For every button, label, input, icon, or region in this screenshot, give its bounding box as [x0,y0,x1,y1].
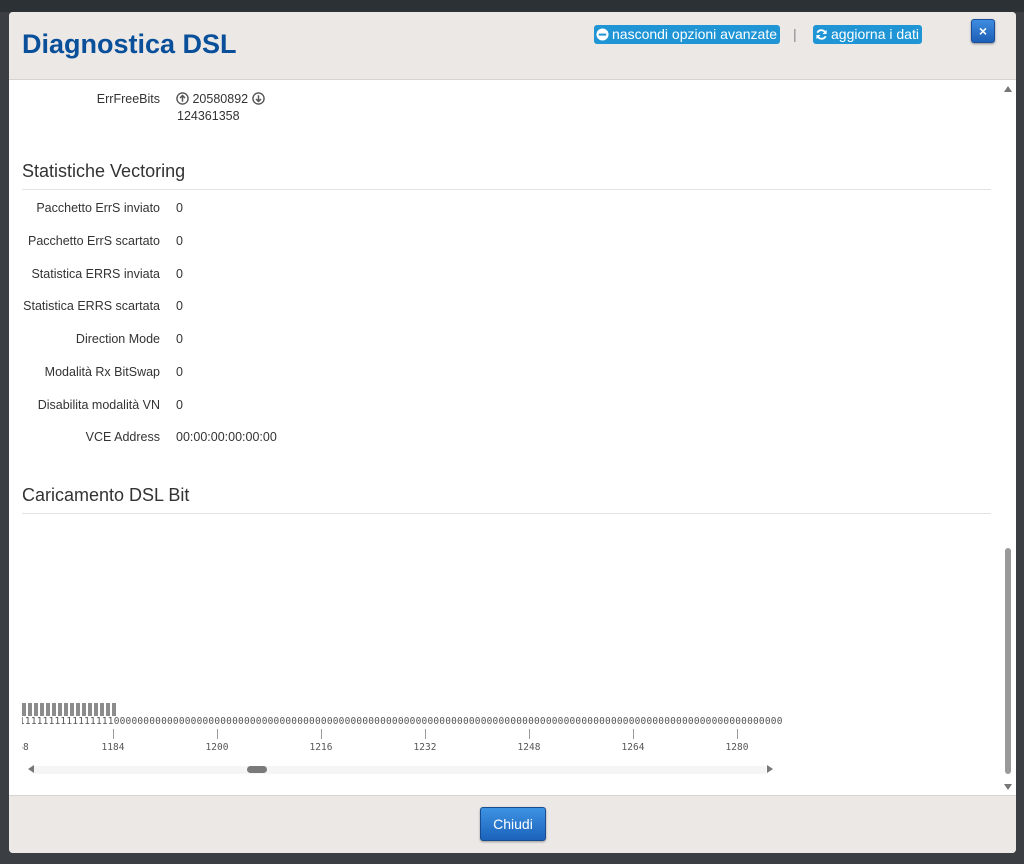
bit-bar [112,703,116,716]
bit-bar [82,703,86,716]
vectoring-row-label: VCE Address [85,430,160,444]
axis-tick-label: 1184 [101,742,125,753]
scroll-up-icon[interactable] [1004,86,1012,92]
vectoring-row-label: Pacchetto ErrS scartato [27,234,160,248]
vectoring-row-value: 0 [176,267,183,281]
bit-bar [64,703,68,716]
axis-tick-label: 1200 [205,742,229,753]
minus-circle-icon [596,28,609,41]
axis-tick [425,729,426,739]
vectoring-row-value: 0 [176,398,183,412]
close-icon: × [978,23,988,39]
vectoring-row-label: Statistica ERRS inviata [31,267,160,281]
errfreebits-label: ErrFreeBits [96,92,160,106]
dialog-title: Diagnostica DSL [22,29,237,59]
vectoring-row-value: 00:00:00:00:00:00 [176,430,277,444]
dsl-diagnostics-dialog: Diagnostica DSL nascondi opzioni avanzat… [9,12,1016,853]
bit-bar [22,703,26,716]
refresh-data-button[interactable]: aggiorna i dati [813,25,922,44]
downstream-arrow-icon [251,92,265,105]
vectoring-row-value: 0 [176,299,183,313]
axis-tick [321,729,322,739]
vectoring-row-label: Pacchetto ErrS inviato [36,201,160,215]
bit-bar [46,703,50,716]
bit-bar [76,703,80,716]
bit-bar [58,703,62,716]
hide-advanced-options-label: nascondi opzioni avanzate [612,26,778,42]
bit-bar [88,703,92,716]
close-dialog-button[interactable]: × [971,19,995,43]
axis-tick [633,729,634,739]
scroll-down-icon[interactable] [1004,784,1012,790]
bit-bar [34,703,38,716]
upstream-arrow-icon [176,92,189,105]
background-page-strip [0,0,1024,12]
vertical-scroll-thumb[interactable] [1005,548,1011,774]
axis-tick [113,729,114,739]
axis-tick-label: 1264 [621,742,645,753]
vectoring-row-label: Direction Mode [75,332,160,346]
close-button[interactable]: Chiudi [480,807,546,841]
vectoring-row-value: 0 [176,365,183,379]
dialog-body: ErrFreeBits 20580892 124361358 Statistic… [9,80,1016,795]
axis-tick [217,729,218,739]
bit-bars [22,703,118,716]
hide-advanced-options-button[interactable]: nascondi opzioni avanzate [594,25,781,44]
bit-bar [52,703,56,716]
axis-tick-label: 1232 [413,742,437,753]
vectoring-row-label: Modalità Rx BitSwap [44,365,160,379]
axis-tick [529,729,530,739]
axis-tick-label: 1248 [517,742,541,753]
axis-tick-label: 1216 [309,742,333,753]
section-divider [22,189,991,190]
section-divider [22,513,991,514]
axis-tick-label: 1280 [725,742,749,753]
bit-bar [28,703,32,716]
bit-loading-section-title: Caricamento DSL Bit [22,485,190,505]
errfreebits-value: 20580892 [176,92,265,106]
bit-bar [94,703,98,716]
header-separator: | [793,26,797,42]
scroll-right-icon[interactable] [767,765,773,773]
vectoring-row-label: Disabilita modalità VN [37,398,160,412]
bit-string: 1111111111111111000000000000000000000000… [22,716,782,727]
axis-tick [737,729,738,739]
bit-bar [100,703,104,716]
dialog-header: Diagnostica DSL nascondi opzioni avanzat… [9,12,1016,80]
bit-bar [106,703,110,716]
vectoring-row-value: 0 [176,201,183,215]
errfreebits-upstream: 20580892 [192,92,249,106]
bit-bar [40,703,44,716]
scroll-track[interactable] [34,766,766,774]
vectoring-section-title: Statistiche Vectoring [22,161,186,181]
scroll-thumb[interactable] [247,766,267,773]
vectoring-row-value: 0 [176,332,183,346]
refresh-data-label: aggiorna i dati [831,26,919,42]
errfreebits-downstream: 124361358 [177,109,240,123]
vertical-scrollbar[interactable] [1002,84,1014,792]
refresh-icon [816,29,827,40]
vectoring-row-value: 0 [176,234,183,248]
horizontal-scrollbar[interactable] [22,763,778,777]
vectoring-row-label: Statistica ERRS scartata [23,299,160,313]
dialog-footer: Chiudi [9,795,1016,853]
axis-tick-label: 68 [22,742,29,753]
bit-bar [70,703,74,716]
